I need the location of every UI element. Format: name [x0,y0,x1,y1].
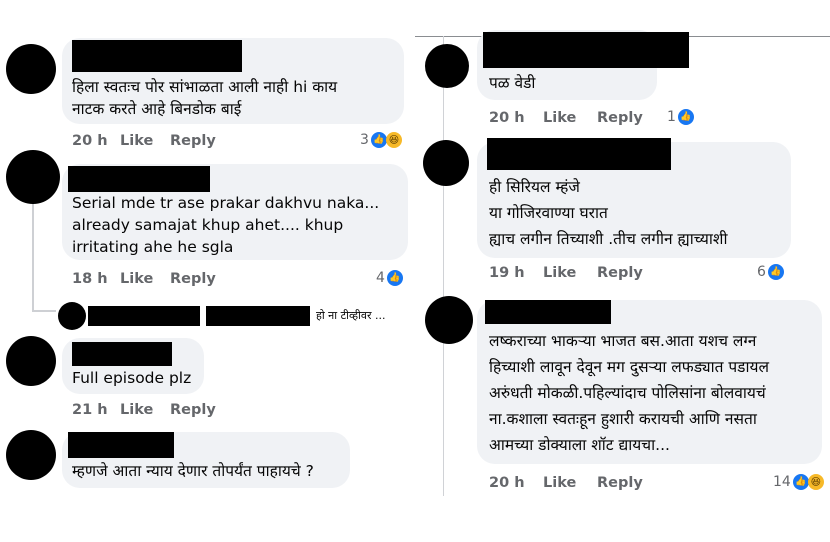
avatar[interactable] [6,44,56,94]
reaction-count[interactable]: 3 👍 😆 [360,132,402,148]
reaction-count[interactable]: 1 👍 [667,109,694,125]
redacted-author-name [68,432,174,458]
avatar[interactable] [58,302,86,330]
reaction-count-label: 6 [757,264,766,280]
comment-text-line: ही सिरियल म्हंजे [489,178,580,196]
like-reaction-icon: 👍 [792,474,809,490]
comment-timestamp[interactable]: 20 h [72,133,108,149]
like-reaction-icon: 👍 [677,109,694,125]
left-comment-panel: हिला स्वतःच पोर सांभाळता आली नाही hi काय… [0,0,415,542]
comment-timestamp[interactable]: 21 h [72,402,108,418]
reply-thread-line [32,204,34,312]
redacted-author-name [68,166,210,192]
reply-link[interactable]: Reply [170,133,216,149]
reaction-count[interactable]: 4 👍 [376,270,403,286]
like-link[interactable]: Like [543,265,576,281]
avatar[interactable] [423,140,469,186]
comment-timestamp[interactable]: 20 h [489,475,525,491]
redacted-author-name [72,40,242,72]
reply-link[interactable]: Reply [597,475,643,491]
redacted-author-name [483,32,689,68]
redacted-author-name [487,138,671,170]
like-link[interactable]: Like [543,110,576,126]
reply-link[interactable]: Reply [597,265,643,281]
comment-text-line: लष्कराच्या भाकऱ्या भाजत बस.आता यशच लग्न [489,332,757,350]
like-reaction-icon: 👍 [767,264,784,280]
comment-text-line: अरुंधती मोकळी.पहिल्यांदाच पोलिसांना बोलव… [489,384,766,402]
reply-preview-text[interactable]: हो ना टीव्हीवर ... [316,308,386,323]
comment-text-line: Full episode plz [72,369,192,387]
comment-timestamp[interactable]: 19 h [489,265,525,281]
right-comment-panel: पळ वेडी 20 h Like Reply 1 👍 ही सिरियल म्… [415,0,830,542]
reaction-count-label: 3 [360,132,369,148]
like-link[interactable]: Like [120,133,153,149]
comment-text-line: या गोजिरवाण्या घरात [489,204,608,222]
avatar[interactable] [6,150,60,204]
reaction-count-label: 14 [773,474,791,490]
reaction-count[interactable]: 6 👍 [757,264,784,280]
reply-link[interactable]: Reply [170,271,216,287]
reaction-count-label: 4 [376,270,385,286]
redacted-author-name [485,300,611,324]
like-reaction-icon: 👍 [370,132,387,148]
comment-text-line: नाटक करते आहे बिनडोक बाई [72,100,242,118]
like-reaction-icon: 👍 [386,270,403,286]
avatar[interactable] [425,296,473,344]
comment-text-line: आमच्या डोक्याला शॉट द्यायचा... [489,436,670,454]
comment-timestamp[interactable]: 20 h [489,110,525,126]
reaction-count-label: 1 [667,109,676,125]
like-link[interactable]: Like [120,271,153,287]
like-link[interactable]: Like [120,402,153,418]
comment-timestamp[interactable]: 18 h [72,271,108,287]
comment-text-line: ह्याच लगीन तिच्याशी .तीच लगीन ह्याच्याशी [489,230,728,248]
reply-thread-connector [32,310,56,312]
comment-text-line: irritating ahe he sgla [72,238,234,256]
avatar[interactable] [6,336,56,386]
avatar[interactable] [6,430,56,480]
comment-text-line: पळ वेडी [489,74,536,92]
comment-text-line: Serial mde tr ase prakar dakhvu naka... [72,194,380,212]
avatar[interactable] [425,44,469,88]
comment-text-line: ना.कशाला स्वतःहून हुशारी करायची आणि नसता [489,410,757,428]
reply-link[interactable]: Reply [170,402,216,418]
comment-text-line: already samajat khup ahet.... khup [72,216,344,234]
redacted-reply-author [206,306,310,326]
comment-text-line: हिला स्वतःच पोर सांभाळता आली नाही hi काय [72,78,338,96]
haha-reaction-icon: 😆 [807,474,824,490]
comment-text-line: हिच्याशी लावून देवून मग दुसऱ्या लफड्यात … [489,358,769,376]
redacted-author-name [72,342,172,366]
comment-text-line: म्हणजे आता न्याय देणार तोपर्यंत पाहायचे … [72,462,314,480]
reply-link[interactable]: Reply [597,110,643,126]
reaction-count[interactable]: 14 👍 😆 [773,474,824,490]
like-link[interactable]: Like [543,475,576,491]
haha-reaction-icon: 😆 [385,132,402,148]
redacted-reply-author [88,306,200,326]
